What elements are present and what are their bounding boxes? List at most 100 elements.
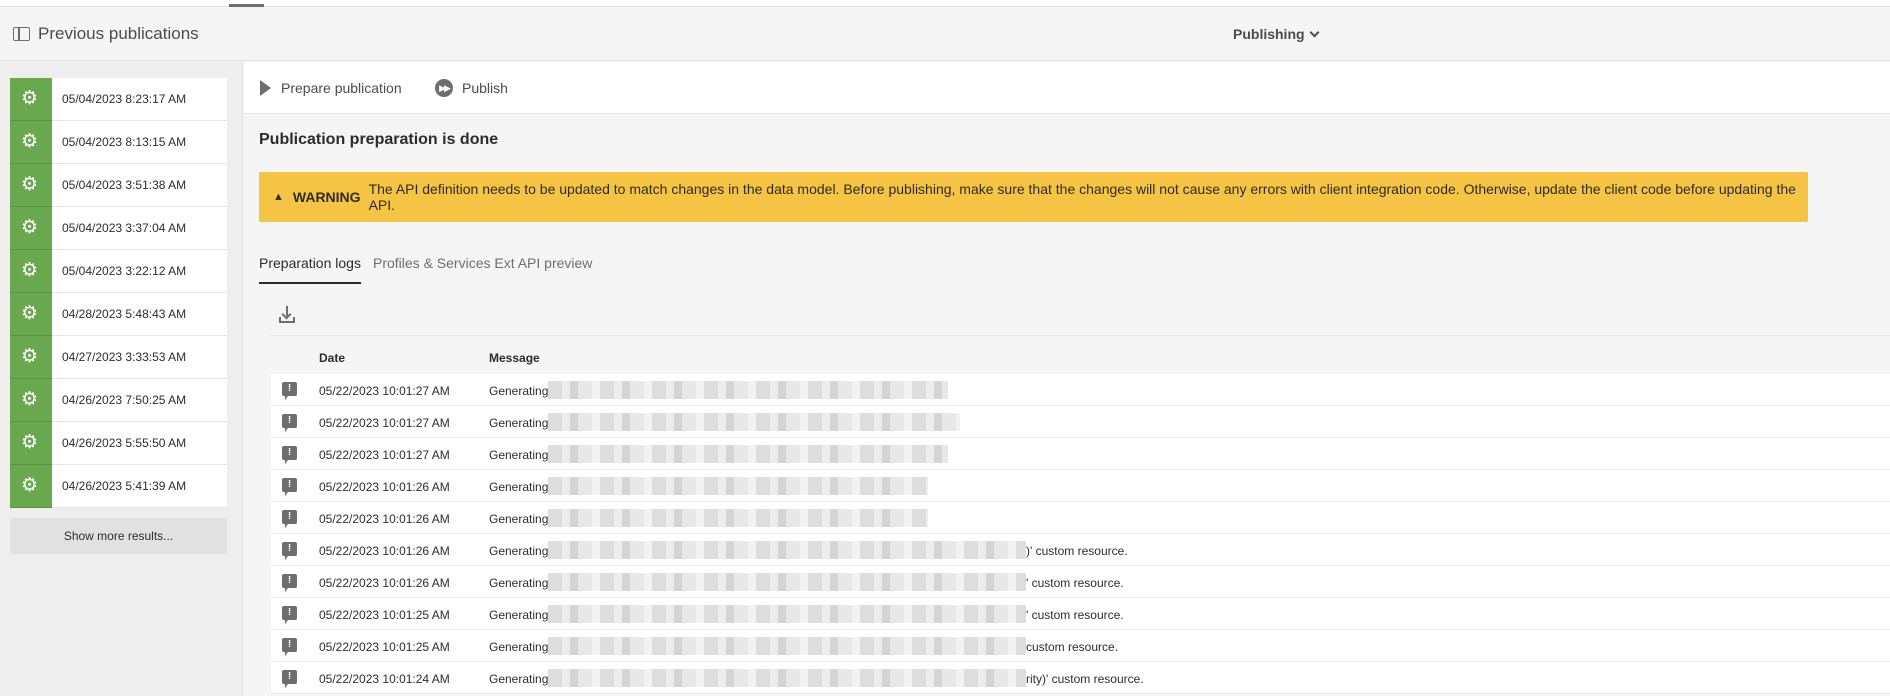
log-message: Generating (489, 576, 549, 590)
publication-item[interactable]: ⚙ 05/04/2023 3:37:04 AM (10, 207, 227, 250)
warning-label: WARNING (292, 189, 361, 205)
table-row[interactable]: ! 05/22/2023 10:01:27 AM Generating (271, 374, 1890, 406)
log-date: 05/22/2023 10:01:26 AM (319, 544, 450, 558)
sidebar-toggle-icon[interactable] (13, 27, 30, 41)
gears-icon: ⚙ (10, 164, 52, 207)
show-more-button[interactable]: Show more results... (10, 518, 227, 554)
table-row[interactable]: ! 05/22/2023 10:01:25 AM Generating ' custo… (271, 598, 1890, 630)
publication-date: 04/26/2023 5:55:50 AM (62, 436, 187, 450)
page-header: Previous publications Publishing (0, 7, 1890, 61)
log-date: 05/22/2023 10:01:25 AM (319, 640, 450, 654)
redacted-text (548, 413, 960, 431)
gears-icon: ⚙ (10, 336, 52, 379)
log-message-tail: )' custom resource. (1026, 544, 1128, 558)
table-row[interactable]: ! 05/22/2023 10:01:27 AM Generating (271, 406, 1890, 438)
info-message-icon: ! (282, 478, 297, 496)
publication-date: 05/04/2023 3:22:12 AM (62, 264, 187, 278)
publication-date: 05/04/2023 8:23:17 AM (62, 92, 187, 106)
publication-item[interactable]: ⚙ 04/26/2023 7:50:25 AM (10, 379, 227, 422)
tab-api-preview[interactable]: Profiles & Services Ext API preview (373, 246, 592, 284)
publication-item[interactable]: ⚙ 04/26/2023 5:55:50 AM (10, 422, 227, 465)
top-strip (0, 0, 1890, 7)
publication-date: 04/27/2023 3:33:53 AM (62, 350, 187, 364)
table-row[interactable]: ! 05/22/2023 10:01:27 AM Generating (271, 438, 1890, 470)
redacted-text (548, 541, 1026, 559)
redacted-text (548, 509, 928, 527)
log-message: Generating (489, 640, 549, 654)
publish-button[interactable]: ▶▶ Publish (435, 62, 508, 114)
log-date: 05/22/2023 10:01:27 AM (319, 448, 450, 462)
redacted-text (548, 445, 948, 463)
tab-bar: Preparation logs Profiles & Services Ext… (259, 246, 1890, 284)
table-row[interactable]: ! 05/22/2023 10:01:24 AM Generating rity)' … (271, 662, 1890, 694)
log-date: 05/22/2023 10:01:26 AM (319, 480, 450, 494)
gears-icon: ⚙ (10, 250, 52, 293)
info-message-icon: ! (282, 606, 297, 624)
publication-item[interactable]: ⚙ 04/26/2023 5:41:39 AM (10, 465, 227, 508)
publication-item[interactable]: ⚙ 04/28/2023 5:48:43 AM (10, 293, 227, 336)
log-message: Generating (489, 672, 549, 686)
log-message: Generating (489, 608, 549, 622)
sidebar-title: Previous publications (38, 24, 199, 43)
table-row[interactable]: ! 05/22/2023 10:01:26 AM Generating (271, 470, 1890, 502)
warning-text: The API definition needs to be updated t… (368, 181, 1796, 213)
publication-item[interactable]: ⚙ 04/27/2023 3:33:53 AM (10, 336, 227, 379)
publishing-menu-label: Publishing (1233, 26, 1305, 42)
redacted-text (548, 605, 1026, 623)
publications-sidebar: ⚙ 05/04/2023 8:23:17 AM ⚙ 05/04/2023 8:13:1… (0, 62, 243, 696)
log-message: Generating (489, 544, 549, 558)
info-message-icon: ! (282, 414, 297, 432)
log-date: 05/22/2023 10:01:27 AM (319, 416, 450, 430)
gears-icon: ⚙ (10, 465, 52, 508)
gears-icon: ⚙ (10, 121, 52, 164)
column-header-date[interactable]: Date (319, 351, 345, 365)
log-message: Generating (489, 480, 549, 494)
publication-item[interactable]: ⚙ 05/04/2023 8:13:15 AM (10, 121, 227, 164)
log-message-tail: rity)' custom resource. (1026, 672, 1144, 686)
chevron-down-icon (1309, 27, 1320, 38)
table-row[interactable]: ! 05/22/2023 10:01:26 AM Generating (271, 502, 1890, 534)
log-date: 05/22/2023 10:01:26 AM (319, 512, 450, 526)
log-date: 05/22/2023 10:01:24 AM (319, 672, 450, 686)
publication-date: 05/04/2023 8:13:15 AM (62, 135, 187, 149)
table-row[interactable]: ! 05/22/2023 10:01:26 AM Generating )' cust… (271, 534, 1890, 566)
publishing-menu[interactable]: Publishing (1233, 26, 1320, 42)
log-message-tail: ' custom resource. (1026, 608, 1124, 622)
publication-item[interactable]: ⚙ 05/04/2023 3:22:12 AM (10, 250, 227, 293)
log-message: Generating (489, 384, 549, 398)
tab-preparation-logs[interactable]: Preparation logs (259, 246, 361, 284)
publication-date: 04/26/2023 5:41:39 AM (62, 479, 187, 493)
log-date: 05/22/2023 10:01:27 AM (319, 384, 450, 398)
prepare-publication-button[interactable]: Prepare publication (260, 62, 402, 114)
gears-icon: ⚙ (10, 422, 52, 465)
alert-icon: ▲ (273, 191, 284, 203)
table-row[interactable]: ! 05/22/2023 10:01:26 AM Generating ' custo… (271, 566, 1890, 598)
redacted-text (548, 669, 1026, 687)
log-message: Generating (489, 512, 549, 526)
publication-item[interactable]: ⚙ 05/04/2023 8:23:17 AM (10, 78, 227, 121)
publication-date: 04/26/2023 7:50:25 AM (62, 393, 187, 407)
table-row[interactable]: ! 05/22/2023 10:01:25 AM Generating custom … (271, 630, 1890, 662)
info-message-icon: ! (282, 542, 297, 560)
column-header-message[interactable]: Message (489, 351, 540, 365)
redacted-text (548, 477, 928, 495)
log-date: 05/22/2023 10:01:26 AM (319, 576, 450, 590)
info-message-icon: ! (282, 510, 297, 528)
publication-list: ⚙ 05/04/2023 8:23:17 AM ⚙ 05/04/2023 8:13:1… (10, 78, 227, 508)
page-title: Publication preparation is done (259, 131, 499, 148)
log-message-tail: ' custom resource. (1026, 576, 1124, 590)
info-message-icon: ! (282, 574, 297, 592)
prepare-publication-label: Prepare publication (281, 80, 402, 96)
table-header: Date Message (271, 335, 1890, 374)
gears-icon: ⚙ (10, 207, 52, 250)
redacted-text (548, 637, 1026, 655)
publication-date: 04/28/2023 5:48:43 AM (62, 307, 187, 321)
redacted-text (548, 573, 1026, 591)
publication-item[interactable]: ⚙ 05/04/2023 3:51:38 AM (10, 164, 227, 207)
main-panel: Prepare publication ▶▶ Publish Publicati… (244, 62, 1890, 696)
download-icon[interactable] (279, 306, 295, 324)
publication-date: 05/04/2023 3:51:38 AM (62, 178, 187, 192)
publication-date: 05/04/2023 3:37:04 AM (62, 221, 187, 235)
gears-icon: ⚙ (10, 293, 52, 336)
toolbar: Prepare publication ▶▶ Publish (244, 62, 1890, 114)
